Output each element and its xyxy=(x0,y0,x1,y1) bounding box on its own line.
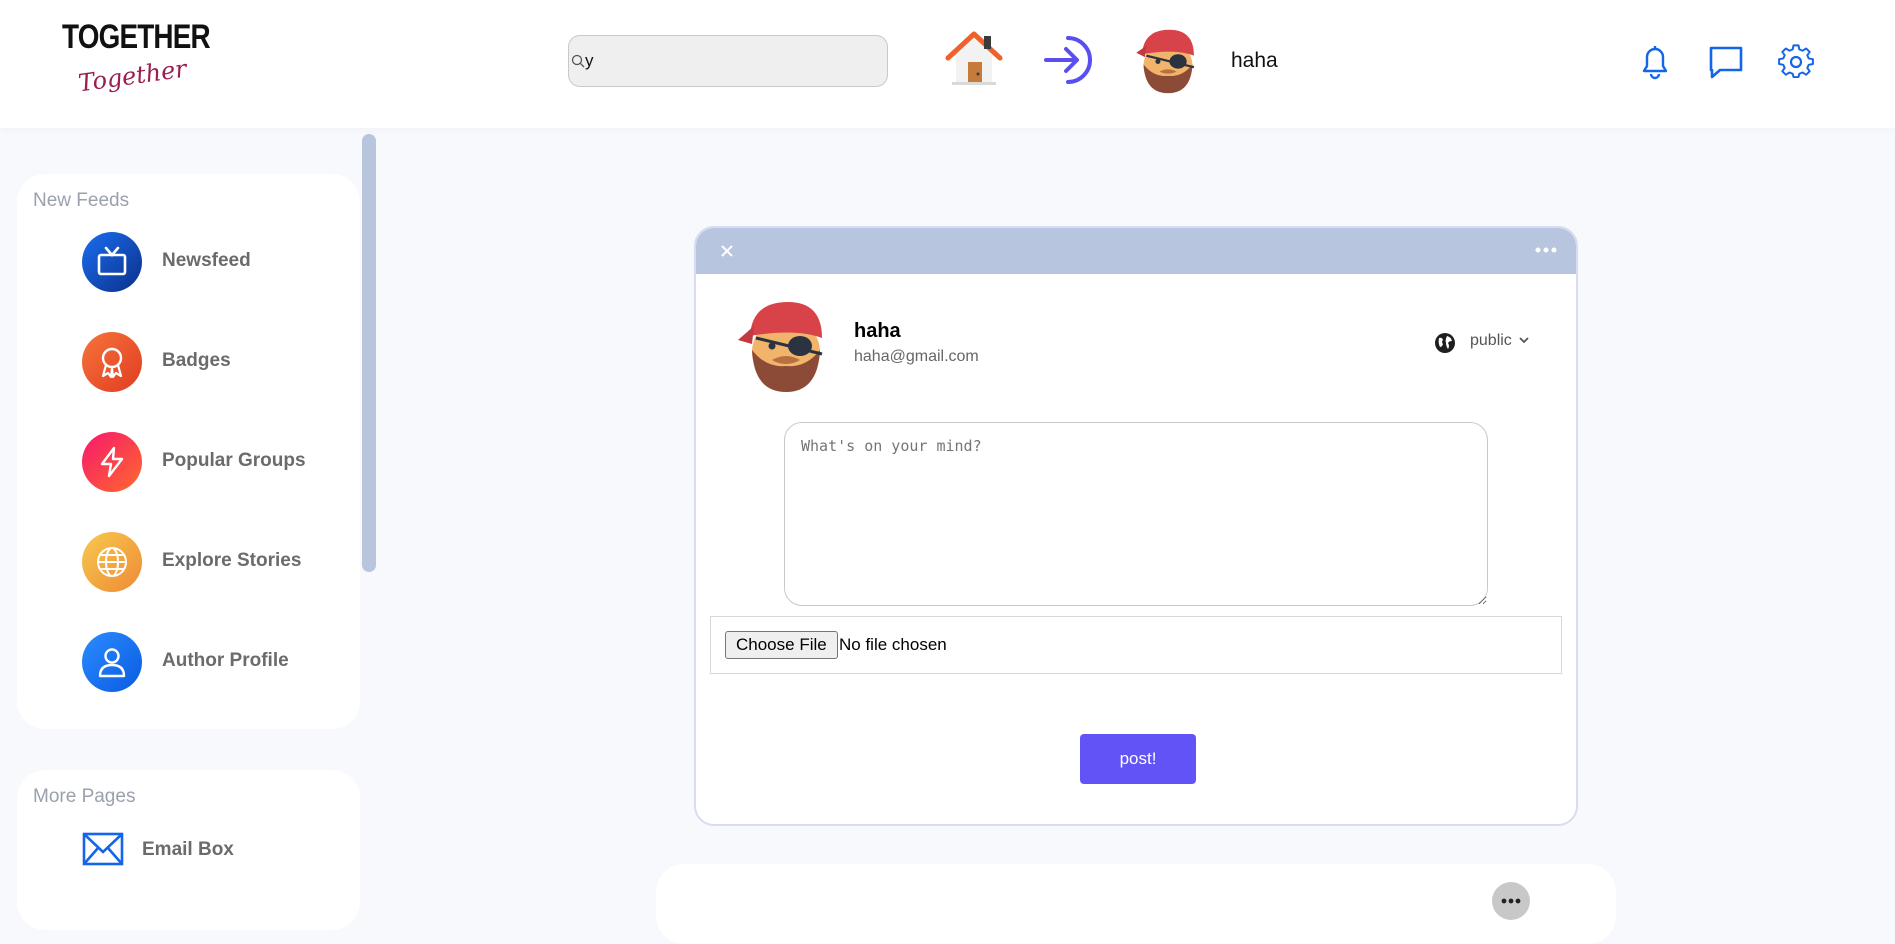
more-options-icon[interactable] xyxy=(1534,244,1558,256)
logo[interactable]: TOGETHER Together xyxy=(60,18,211,108)
sidebar-item-email-box[interactable]: Email Box xyxy=(82,830,342,894)
sidebar-item-label: Explore Stories xyxy=(162,550,302,571)
chevron-down-icon xyxy=(1519,337,1529,344)
post-author-name: haha xyxy=(854,320,901,342)
modal-title-bar xyxy=(696,228,1576,274)
search-input[interactable] xyxy=(585,46,875,76)
section-title-more-pages: More Pages xyxy=(33,786,136,807)
close-icon[interactable] xyxy=(718,242,736,260)
privacy-label: public xyxy=(1470,332,1512,349)
sidebar-new-feeds: New Feeds Newsfeed Badges Popular Groups xyxy=(17,174,360,729)
sidebar-item-label: Newsfeed xyxy=(162,250,251,271)
globe-icon xyxy=(82,532,142,592)
post-author-email: haha@gmail.com xyxy=(854,348,979,365)
login-icon[interactable] xyxy=(1044,34,1096,86)
feed-post-card xyxy=(656,864,1616,944)
sidebar-item-newsfeed[interactable]: Newsfeed xyxy=(82,232,342,296)
post-button[interactable]: post! xyxy=(1080,734,1196,784)
lightning-icon xyxy=(82,432,142,492)
sidebar-scrollbar[interactable] xyxy=(362,134,376,572)
header-username[interactable]: haha xyxy=(1231,49,1278,73)
user-avatar[interactable] xyxy=(1132,24,1204,96)
sidebar-item-label: Email Box xyxy=(142,839,234,860)
post-author-avatar xyxy=(738,302,823,392)
sidebar-item-label: Popular Groups xyxy=(162,450,306,471)
sidebar-item-label: Badges xyxy=(162,350,231,371)
post-textarea[interactable] xyxy=(784,422,1488,606)
file-upload[interactable]: Choose File No file chosen xyxy=(710,616,1562,674)
file-status: No file chosen xyxy=(839,635,947,654)
privacy-dropdown[interactable]: public xyxy=(1470,332,1530,350)
home-icon[interactable] xyxy=(944,30,1004,88)
post-more-button[interactable] xyxy=(1492,882,1530,920)
sidebar-item-author-profile[interactable]: Author Profile xyxy=(82,632,342,696)
sidebar-more-pages: More Pages Email Box xyxy=(17,770,360,930)
mail-icon xyxy=(82,832,124,866)
globe-icon xyxy=(1435,333,1455,353)
logo-script-text: Together xyxy=(76,54,189,98)
create-post-modal: haha haha@gmail.com public Choose File N… xyxy=(694,226,1578,826)
more-options-icon xyxy=(1501,898,1521,904)
sidebar-item-label: Author Profile xyxy=(162,650,289,671)
section-title-new-feeds: New Feeds xyxy=(33,190,130,211)
message-icon[interactable] xyxy=(1708,44,1744,80)
bell-icon[interactable] xyxy=(1638,44,1672,80)
sidebar-item-badges[interactable]: Badges xyxy=(82,332,342,396)
gear-icon[interactable] xyxy=(1778,44,1814,80)
user-icon xyxy=(82,632,142,692)
top-header: TOGETHER Together haha xyxy=(0,0,1895,128)
choose-file-button[interactable]: Choose File xyxy=(725,631,838,659)
search-box[interactable] xyxy=(568,35,888,87)
tv-icon xyxy=(82,232,142,292)
badge-icon xyxy=(82,332,142,392)
sidebar-item-explore-stories[interactable]: Explore Stories xyxy=(82,532,342,596)
sidebar-item-popular-groups[interactable]: Popular Groups xyxy=(82,432,342,496)
search-icon xyxy=(571,54,585,68)
logo-text: TOGETHER xyxy=(62,18,211,56)
